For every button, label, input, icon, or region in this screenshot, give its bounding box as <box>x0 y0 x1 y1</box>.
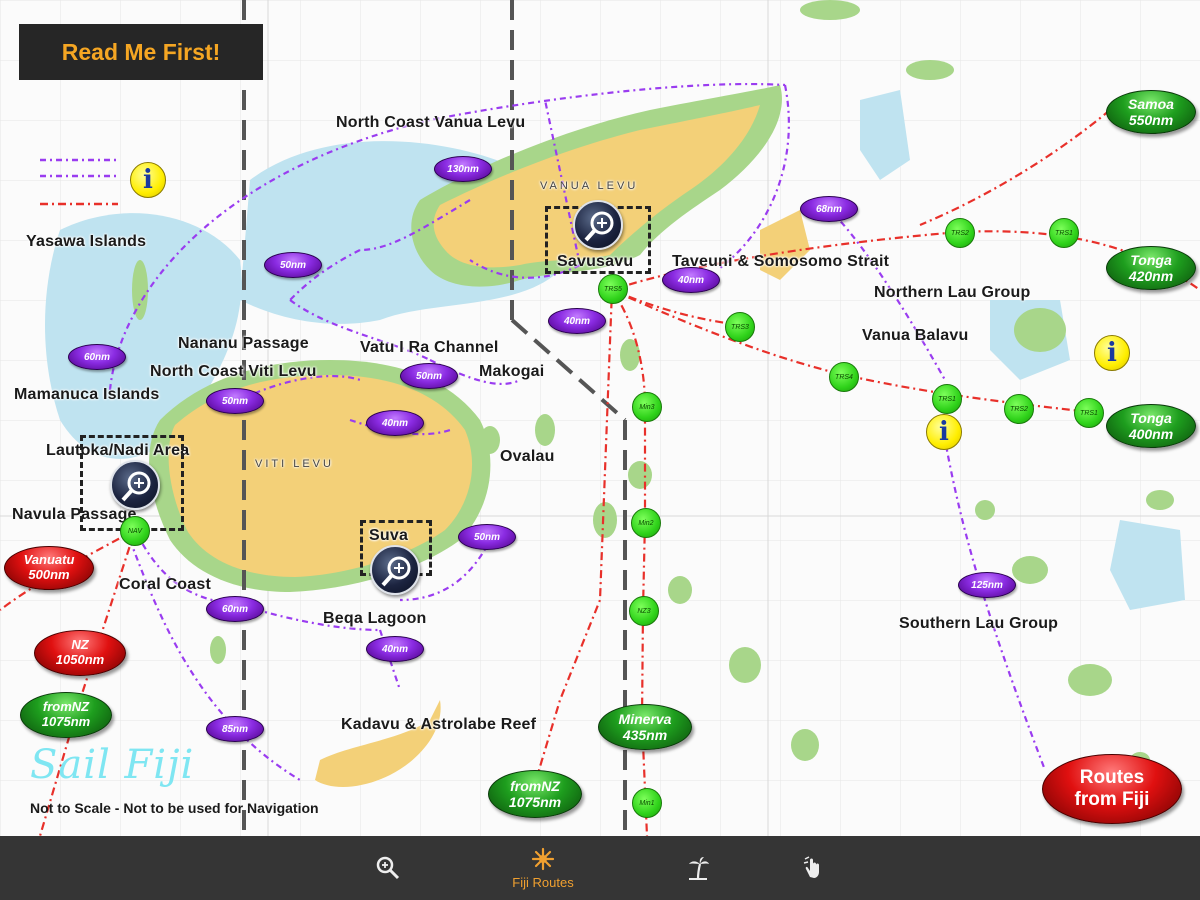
chart-map[interactable]: VANUA LEVU VITI LEVU North Coast Vanua L… <box>0 0 1200 836</box>
magnifier-icon <box>584 211 614 242</box>
route-distance-badge[interactable]: 40nm <box>662 267 720 293</box>
destination-name: NZ <box>71 637 89 653</box>
route-distance-badge[interactable]: 40nm <box>366 410 424 436</box>
label-vatu-i-ra-channel[interactable]: Vatu I Ra Channel <box>360 339 499 357</box>
route-from-nz-button[interactable]: fromNZ 1075nm <box>488 770 582 818</box>
read-me-first-button[interactable]: Read Me First! <box>19 24 263 80</box>
routes-from-fiji-button[interactable]: Routes from Fiji <box>1042 754 1182 824</box>
disclaimer-text: Not to Scale - Not to be used for Naviga… <box>30 800 319 816</box>
waypoint-marker[interactable]: NZ3 <box>629 596 659 626</box>
bottom-tab-bar: Fiji Routes <box>0 836 1200 900</box>
waypoint-marker[interactable]: TRS4 <box>829 362 859 392</box>
waypoint-marker[interactable]: NAV <box>120 516 150 546</box>
touch-hand-icon <box>803 856 819 878</box>
zoom-lautoka-button[interactable] <box>110 460 160 510</box>
route-distance-badge[interactable]: 85nm <box>206 716 264 742</box>
label-north-coast-vanua-levu[interactable]: North Coast Vanua Levu <box>336 114 525 132</box>
destination-minerva-button[interactable]: Minerva 435nm <box>598 704 692 750</box>
waypoint-marker[interactable]: TRS1 <box>1049 218 1079 248</box>
destination-distance: 1050nm <box>55 652 105 667</box>
destination-distance: 1075nm <box>508 794 562 810</box>
route-distance-badge[interactable]: 125nm <box>958 572 1016 598</box>
destination-nz-button[interactable]: NZ 1050nm <box>34 630 126 676</box>
chart-label-vanua-levu: VANUA LEVU <box>540 180 639 192</box>
tab-islands[interactable] <box>643 836 753 900</box>
info-icon[interactable]: i <box>1094 335 1130 371</box>
label-makogai[interactable]: Makogai <box>479 363 544 381</box>
waypoint-marker[interactable]: TRS3 <box>725 312 755 342</box>
tab-touch[interactable] <box>758 836 868 900</box>
route-distance-badge[interactable]: 40nm <box>366 636 424 662</box>
destination-name: fromNZ <box>42 699 90 715</box>
info-icon[interactable]: i <box>926 414 962 450</box>
chart-label-viti-levu: VITI LEVU <box>255 458 334 470</box>
destination-samoa-button[interactable]: Samoa 550nm <box>1106 90 1196 134</box>
legend-info-icon[interactable]: i <box>130 162 166 198</box>
label-coral-coast[interactable]: Coral Coast <box>119 576 211 594</box>
label-ovalau[interactable]: Ovalau <box>500 448 555 466</box>
waypoint-marker[interactable]: TRS1 <box>1074 398 1104 428</box>
label-vanua-balavu[interactable]: Vanua Balavu <box>862 327 968 345</box>
sail-fiji-logo: Sail Fiji <box>30 742 195 788</box>
palm-tree-icon <box>689 857 709 880</box>
routes-line-2: from Fiji <box>1074 789 1150 810</box>
route-distance-badge[interactable]: 50nm <box>206 388 264 414</box>
magnifier-icon <box>381 556 411 587</box>
destination-distance: 435nm <box>622 727 668 743</box>
label-northern-lau[interactable]: Northern Lau Group <box>874 284 1030 302</box>
destination-name: Tonga <box>1130 251 1172 268</box>
destination-distance: 1075nm <box>41 714 91 729</box>
route-distance-badge[interactable]: 50nm <box>264 252 322 278</box>
label-north-coast-viti-levu[interactable]: North Coast Viti Levu <box>150 363 317 381</box>
sun-compass-icon <box>531 847 555 870</box>
tab-zoom[interactable] <box>333 836 443 900</box>
destination-distance: 420nm <box>1128 268 1174 284</box>
label-beqa-lagoon[interactable]: Beqa Lagoon <box>323 610 427 628</box>
route-distance-badge[interactable]: 40nm <box>548 308 606 334</box>
label-kadavu-astrolabe[interactable]: Kadavu & Astrolabe Reef <box>341 716 536 734</box>
destination-distance: 400nm <box>1128 426 1174 442</box>
destination-distance: 550nm <box>1128 112 1174 128</box>
tab-label: Fiji Routes <box>512 874 574 890</box>
label-nananu-passage[interactable]: Nananu Passage <box>178 335 309 353</box>
waypoint-marker[interactable]: TRS1 <box>932 384 962 414</box>
routes-line-1: Routes <box>1079 767 1145 789</box>
label-yasawa-islands[interactable]: Yasawa Islands <box>26 233 146 251</box>
destination-name: Minerva <box>618 710 672 727</box>
destination-name: Vanuatu <box>23 552 75 568</box>
route-distance-badge[interactable]: 68nm <box>800 196 858 222</box>
waypoint-marker[interactable]: TRS5 <box>598 274 628 304</box>
route-from-nz-button[interactable]: fromNZ 1075nm <box>20 692 112 738</box>
label-southern-lau[interactable]: Southern Lau Group <box>899 615 1058 633</box>
waypoint-marker[interactable]: Min1 <box>632 788 662 818</box>
route-distance-badge[interactable]: 60nm <box>206 596 264 622</box>
waypoint-marker[interactable]: TRS2 <box>1004 394 1034 424</box>
waypoint-marker[interactable]: Min3 <box>632 392 662 422</box>
destination-vanuatu-button[interactable]: Vanuatu 500nm <box>4 546 94 590</box>
zoom-savusavu-button[interactable] <box>573 200 623 250</box>
zoom-icon <box>376 856 400 880</box>
label-mamanuca-islands[interactable]: Mamanuca Islands <box>14 386 159 404</box>
destination-name: fromNZ <box>510 777 560 794</box>
zoom-suva-button[interactable] <box>370 545 420 595</box>
waypoint-marker[interactable]: TRS2 <box>945 218 975 248</box>
destination-name: Tonga <box>1130 409 1172 426</box>
magnifier-icon <box>121 471 151 502</box>
route-distance-badge[interactable]: 60nm <box>68 344 126 370</box>
route-distance-badge[interactable]: 50nm <box>400 363 458 389</box>
tab-fiji-routes[interactable]: Fiji Routes <box>488 836 598 900</box>
route-distance-badge[interactable]: 50nm <box>458 524 516 550</box>
route-distance-badge[interactable]: 130nm <box>434 156 492 182</box>
waypoint-marker[interactable]: Min2 <box>631 508 661 538</box>
destination-name: Samoa <box>1128 95 1174 112</box>
destination-distance: 500nm <box>28 567 70 582</box>
destination-tonga-north-button[interactable]: Tonga 420nm <box>1106 246 1196 290</box>
destination-tonga-south-button[interactable]: Tonga 400nm <box>1106 404 1196 448</box>
